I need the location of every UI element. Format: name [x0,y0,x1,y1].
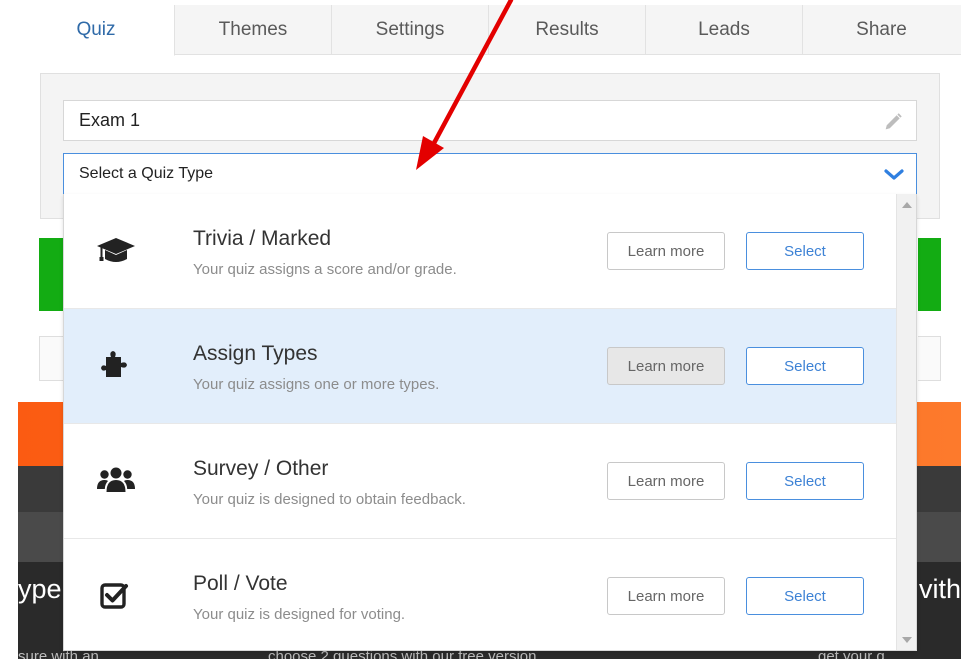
learn-more-button[interactable]: Learn more [607,347,725,385]
background-heading-right: vith [919,574,961,604]
green-button-left-edge[interactable] [39,238,64,311]
gray-bar-left-edge [39,336,64,381]
quiz-type-option-assign-types[interactable]: Assign Types Your quiz assigns one or mo… [64,309,898,424]
tab-leads[interactable]: Leads [646,5,803,55]
quiz-type-options: Trivia / Marked Your quiz assigns a scor… [64,194,898,650]
select-button[interactable]: Select [746,462,864,500]
background-heading-left: ype [18,574,62,604]
tab-results[interactable]: Results [489,5,646,55]
pencil-icon[interactable] [882,111,904,133]
tab-themes[interactable]: Themes [175,5,332,55]
quiz-title-value: Exam 1 [79,110,141,130]
gray-bar-right-edge [918,336,941,381]
scroll-up-arrow-icon[interactable] [902,202,912,208]
scroll-down-arrow-icon[interactable] [902,637,912,643]
option-title: Trivia / Marked [193,227,332,250]
quiz-type-option-trivia[interactable]: Trivia / Marked Your quiz assigns a scor… [64,194,898,309]
users-icon [97,467,135,492]
option-title: Poll / Vote [193,572,288,595]
tab-share[interactable]: Share [803,5,960,55]
quiz-type-select[interactable]: Select a Quiz Type [63,153,917,195]
option-description: Your quiz assigns one or more types. [193,376,440,393]
tab-settings[interactable]: Settings [332,5,489,55]
tab-quiz[interactable]: Quiz [18,5,175,56]
option-title: Survey / Other [193,457,329,480]
puzzle-piece-icon [101,351,127,377]
option-description: Your quiz is designed for voting. [193,606,406,623]
quiz-type-option-poll[interactable]: Poll / Vote Your quiz is designed for vo… [64,539,898,650]
graduation-cap-icon [97,238,135,262]
option-description: Your quiz is designed to obtain feedback… [193,491,466,508]
select-button[interactable]: Select [746,232,864,270]
checkbox-icon [100,583,128,609]
green-button-right-edge[interactable] [918,238,941,311]
quiz-type-option-survey[interactable]: Survey / Other Your quiz is designed to … [64,424,898,539]
quiz-type-select-value: Select a Quiz Type [79,165,213,182]
select-button[interactable]: Select [746,347,864,385]
quiz-title-input[interactable]: Exam 1 [63,100,917,141]
main-tabs: Quiz Themes Settings Results Leads Share [18,5,961,56]
option-title: Assign Types [193,342,318,365]
learn-more-button[interactable]: Learn more [607,577,725,615]
learn-more-button[interactable]: Learn more [607,232,725,270]
learn-more-button[interactable]: Learn more [607,462,725,500]
option-description: Your quiz assigns a score and/or grade. [193,261,457,278]
chevron-down-icon[interactable] [884,167,904,183]
dropdown-scrollbar[interactable] [896,194,916,650]
select-button[interactable]: Select [746,577,864,615]
quiz-type-dropdown: Trivia / Marked Your quiz assigns a scor… [63,194,917,651]
